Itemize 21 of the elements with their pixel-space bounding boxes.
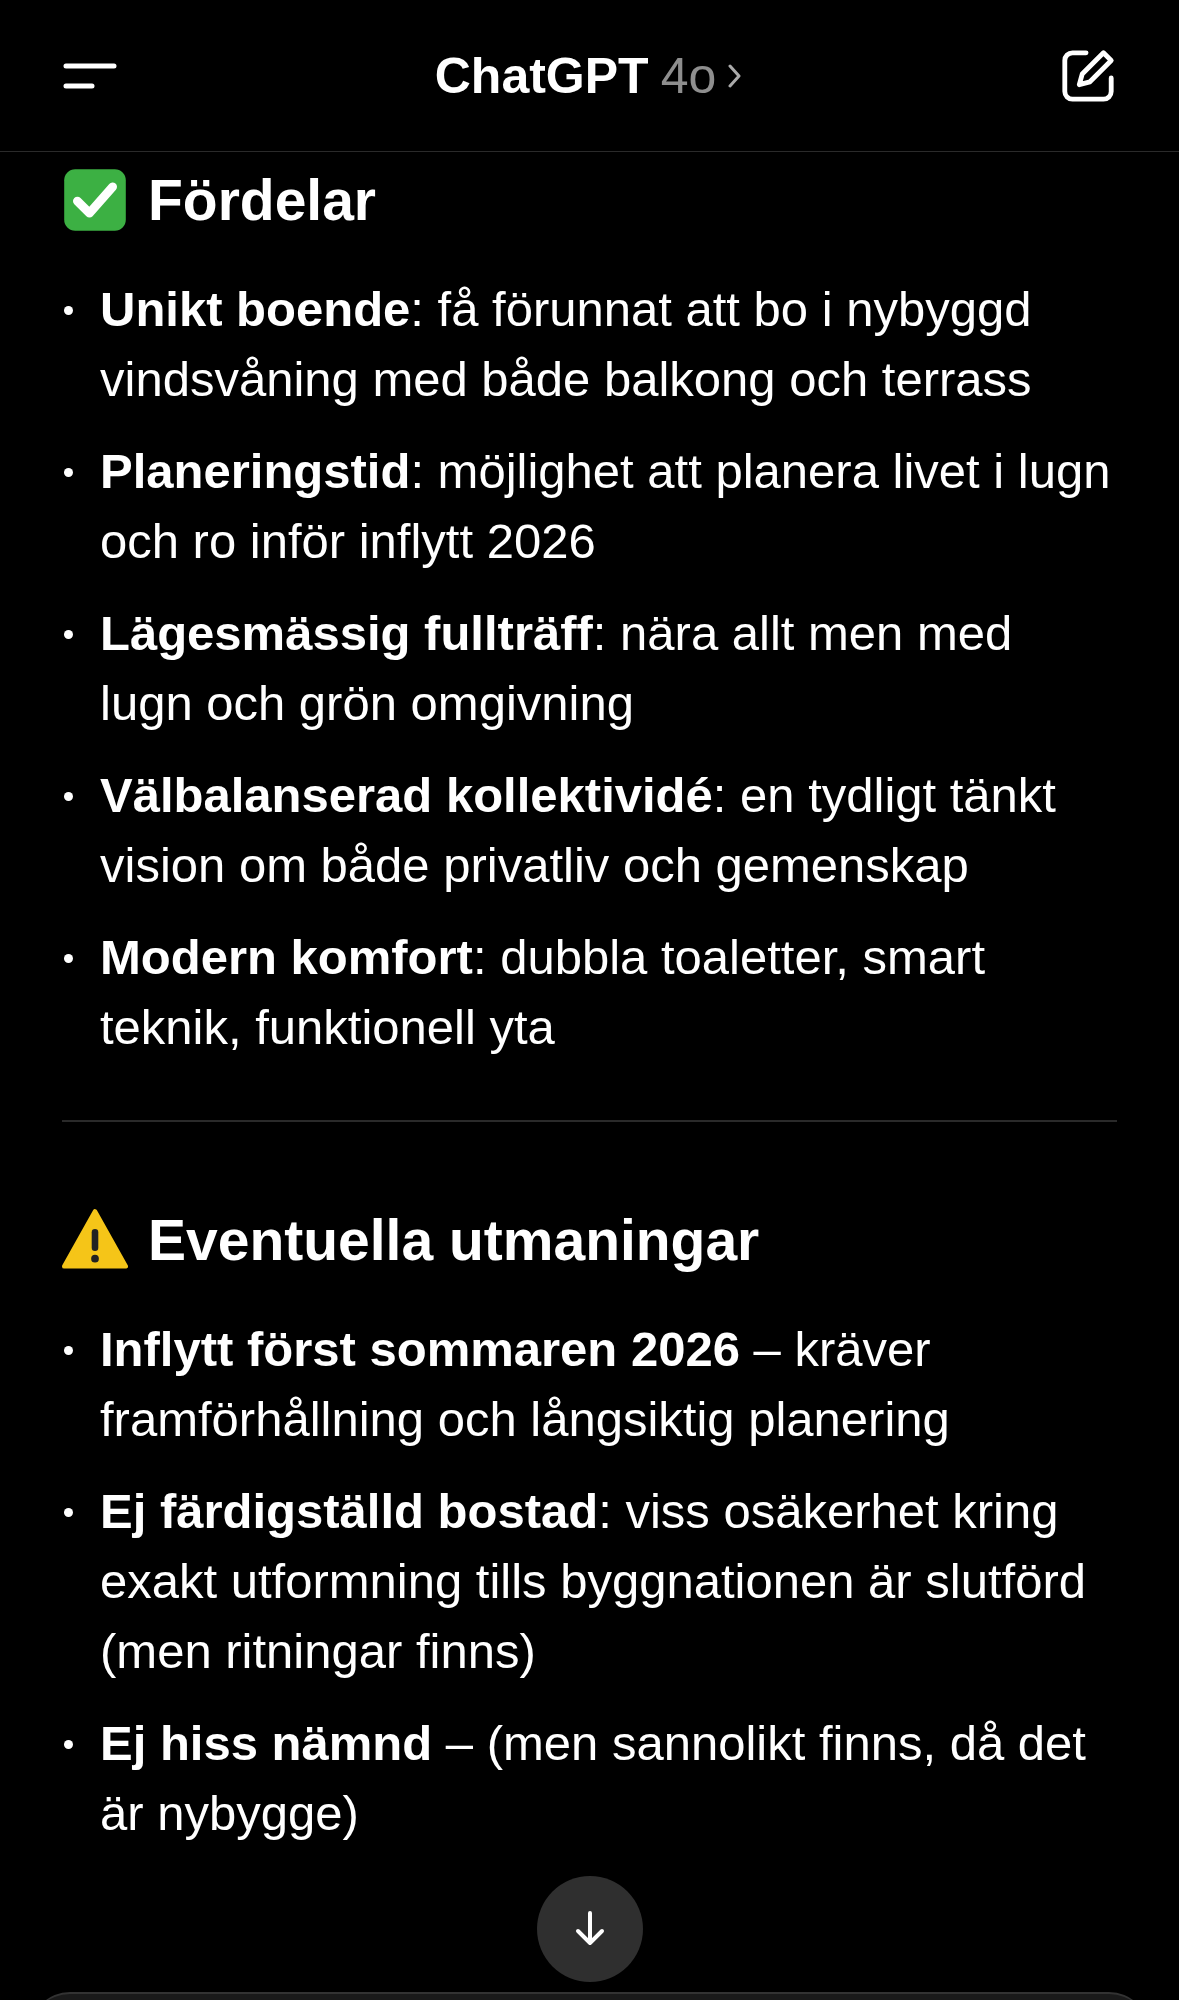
bullet-icon <box>64 306 73 315</box>
list-item-text: Modern komfort: dubbla toaletter, smart teknik, funktionell yta <box>100 929 986 1056</box>
list-item-text: Planeringstid: möjlighet att planera livet i lugn och ro inför inflytt 2026 <box>100 443 1112 570</box>
bullet-icon <box>64 1508 73 1517</box>
bullet-icon <box>64 1740 73 1749</box>
chevron-icon <box>728 63 743 88</box>
bullet-icon <box>64 954 73 963</box>
bullet-icon <box>64 468 73 477</box>
check-mark-icon <box>62 167 128 233</box>
bullet-icon <box>64 1346 73 1355</box>
list-item-text: Lägesmässig fullträff: nära allt men med lugn och grön omgivning <box>100 605 1014 732</box>
bullet-icon <box>64 630 73 639</box>
list-item-text: Ej hiss nämnd – (men sannolikt finns, då det är nybygge) <box>100 1715 1087 1842</box>
list-item-text: Inflytt först sommaren 2026 – kräver framförhållning och långsiktig planering <box>100 1321 951 1448</box>
section-heading: Eventuella utmaningar <box>148 1207 760 1274</box>
list-item-text: Unikt boende: få förunnat att bo i nybyggd vindsvåning med både balkong och terrass <box>100 281 1033 408</box>
list-item-text: Välbalanserad kollektividé: en tydligt tänkt vision om både privatliv och gemenskap <box>100 767 1057 894</box>
list-item-text: Ej färdigställd bostad: viss osäkerhet kring exakt utformning tills byggnationen är slutförd (men ritningar finns) <box>100 1483 1087 1680</box>
section-heading: Fördelar <box>148 167 377 234</box>
model-selector[interactable]: ChatGPT 4o <box>434 46 743 105</box>
bullet-icon <box>64 792 73 801</box>
